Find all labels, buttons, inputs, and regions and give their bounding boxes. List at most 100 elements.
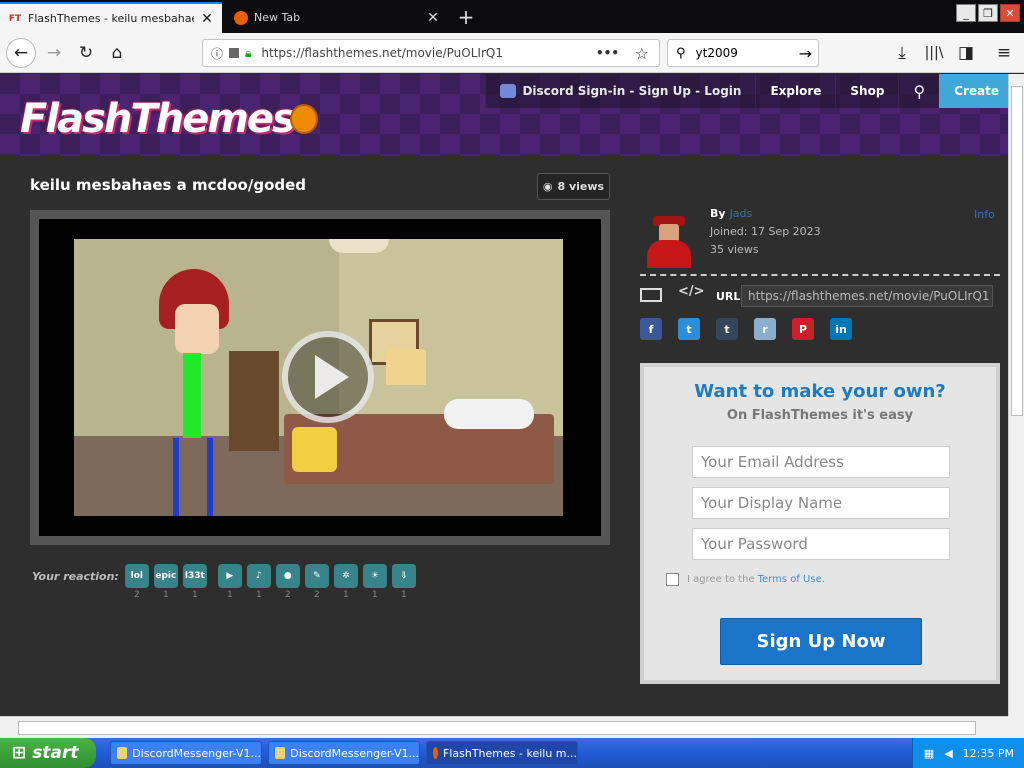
minimize-button[interactable]: _: [956, 4, 976, 22]
info-icon[interactable]: ⓘ: [211, 45, 223, 62]
twitter-icon[interactable]: t: [678, 318, 700, 340]
home-button[interactable]: ⌂: [103, 39, 131, 67]
reaction-film[interactable]: ✲ 1: [333, 564, 358, 600]
author-name-link[interactable]: Jads: [730, 207, 753, 220]
reaction-count: 1: [191, 590, 198, 600]
sign-up-button[interactable]: Sign Up Now: [720, 618, 922, 665]
explore-link[interactable]: Explore: [755, 74, 835, 108]
web-page: FlashThemes Discord Sign-in - Sign Up - …: [0, 74, 1008, 716]
search-icon[interactable]: ⚲: [898, 74, 939, 108]
top-navigation: Discord Sign-in - Sign Up - Login Explor…: [485, 74, 1008, 108]
keyboard-icon[interactable]: ▦: [924, 747, 934, 760]
search-go-icon[interactable]: →: [799, 44, 812, 63]
taskbar-item-active[interactable]: FlashThemes - keilu m...: [426, 741, 578, 765]
downloads-icon[interactable]: ⤓: [888, 39, 916, 67]
library-icon[interactable]: |||\: [920, 39, 948, 67]
linkedin-icon[interactable]: in: [830, 318, 852, 340]
brush-icon[interactable]: ✎: [304, 564, 329, 588]
search-value[interactable]: yt2009: [696, 46, 738, 60]
reaction-idea[interactable]: ☀ 1: [362, 564, 387, 600]
reaction-upload[interactable]: ⇩ 1: [391, 564, 416, 600]
horizontal-scrollbar[interactable]: [0, 716, 1008, 738]
lock-icon[interactable]: 🔒︎: [245, 46, 251, 61]
reaction-brush[interactable]: ✎ 2: [304, 564, 329, 600]
taskbar-item-label: DiscordMessenger-V1...: [132, 746, 261, 760]
reaction-sound[interactable]: ♪ 1: [246, 564, 271, 600]
terms-of-use-link[interactable]: Terms of Use.: [758, 574, 825, 585]
password-field[interactable]: [692, 528, 950, 560]
film-reel-icon[interactable]: ✲: [333, 564, 358, 588]
scrollbar-thumb[interactable]: [1011, 86, 1023, 416]
display-name-field[interactable]: [692, 487, 950, 519]
reaction-l33t[interactable]: l33t 1: [182, 564, 207, 600]
reload-button[interactable]: ↻: [72, 39, 100, 67]
reaction-epic-button[interactable]: epic: [153, 564, 178, 588]
embed-code-icon[interactable]: </>: [678, 284, 705, 299]
discord-login-link[interactable]: Discord Sign-in - Sign Up - Login: [485, 74, 755, 108]
browser-window: FT FlashThemes - keilu mesbahaes a ✕ New…: [0, 0, 1024, 768]
upload-icon[interactable]: ⇩: [391, 564, 416, 588]
permissions-icon[interactable]: [229, 48, 240, 58]
camera-icon[interactable]: ▶: [217, 564, 242, 588]
email-share-icon[interactable]: [640, 288, 662, 302]
play-button[interactable]: [282, 331, 374, 423]
terms-checkbox[interactable]: [666, 573, 679, 586]
reddit-icon[interactable]: r: [754, 318, 776, 340]
site-logo[interactable]: FlashThemes: [20, 96, 318, 142]
page-actions-icon[interactable]: •••: [596, 46, 619, 60]
tab-title: New Tab: [254, 11, 301, 24]
reaction-mic[interactable]: ● 2: [275, 564, 300, 600]
reaction-camera[interactable]: ▶ 1: [217, 564, 242, 600]
tumblr-icon[interactable]: t: [716, 318, 738, 340]
reaction-lol[interactable]: lol 2: [124, 564, 149, 600]
reaction-l33t-button[interactable]: l33t: [182, 564, 207, 588]
signup-subheading: On FlashThemes it's easy: [726, 408, 914, 423]
scrollbar-thumb[interactable]: [18, 721, 976, 735]
character-body: [292, 427, 337, 472]
close-tab-icon[interactable]: ✕: [426, 10, 440, 26]
url-text[interactable]: https://flashthemes.net/movie/PuOLIrQ1: [261, 46, 503, 60]
app-icon: [117, 747, 128, 759]
create-button[interactable]: Create: [939, 74, 1008, 108]
microphone-icon[interactable]: ●: [275, 564, 300, 588]
search-box[interactable]: ⚲ yt2009 →: [667, 39, 819, 67]
tab-flashthemes[interactable]: FT FlashThemes - keilu mesbahaes a ✕: [0, 2, 222, 33]
volume-icon[interactable]: ◀: [944, 747, 952, 760]
reaction-epic[interactable]: epic 1: [153, 564, 178, 600]
reaction-lol-button[interactable]: lol: [124, 564, 149, 588]
author-info-link[interactable]: Info: [974, 208, 995, 221]
scrollbar-corner: [1008, 716, 1024, 738]
lightbulb-icon[interactable]: ☀: [362, 564, 387, 588]
close-tab-icon[interactable]: ✕: [200, 11, 214, 27]
taskbar-item[interactable]: DiscordMessenger-V1...: [110, 741, 262, 765]
author-avatar[interactable]: [645, 216, 693, 268]
taskbar-item[interactable]: DiscordMessenger-V1...: [268, 741, 420, 765]
close-window-button[interactable]: ✕: [1000, 4, 1020, 22]
terms-agreement: I agree to the Terms of Use.: [666, 573, 825, 586]
speaker-icon[interactable]: ♪: [246, 564, 271, 588]
tab-new-tab[interactable]: New Tab ✕: [226, 2, 448, 33]
video-player[interactable]: [30, 210, 610, 545]
shop-link[interactable]: Shop: [835, 74, 898, 108]
share-url-field[interactable]: https://flashthemes.net/movie/PuOLIrQ1: [741, 285, 993, 307]
menu-icon[interactable]: ≡: [990, 39, 1018, 67]
system-tray: ▦ ◀ 12:35 PM: [912, 738, 1024, 768]
share-buttons: f t t r P in: [640, 318, 852, 340]
pinterest-icon[interactable]: P: [792, 318, 814, 340]
back-button[interactable]: ←: [6, 38, 36, 68]
sidebar-toggle-icon[interactable]: ◨: [952, 39, 980, 67]
movie-title: keilu mesbahaes a mcdoo/goded: [30, 176, 307, 194]
vertical-scrollbar[interactable]: [1008, 74, 1024, 716]
facebook-icon[interactable]: f: [640, 318, 662, 340]
address-bar[interactable]: ⓘ 🔒︎ https://flashthemes.net/movie/PuOLI…: [202, 39, 660, 67]
reaction-count: 1: [226, 590, 233, 600]
video-screen[interactable]: [39, 219, 601, 536]
forward-button[interactable]: →: [40, 39, 68, 67]
signup-panel: Want to make your own? On FlashThemes it…: [640, 363, 1000, 684]
new-tab-button[interactable]: +: [456, 5, 476, 29]
email-field[interactable]: [692, 446, 950, 478]
bookmark-star-icon[interactable]: ☆: [635, 44, 649, 63]
maximize-button[interactable]: ❐: [978, 4, 998, 22]
start-button[interactable]: ⊞ start: [0, 738, 96, 768]
reaction-count: 2: [133, 590, 140, 600]
